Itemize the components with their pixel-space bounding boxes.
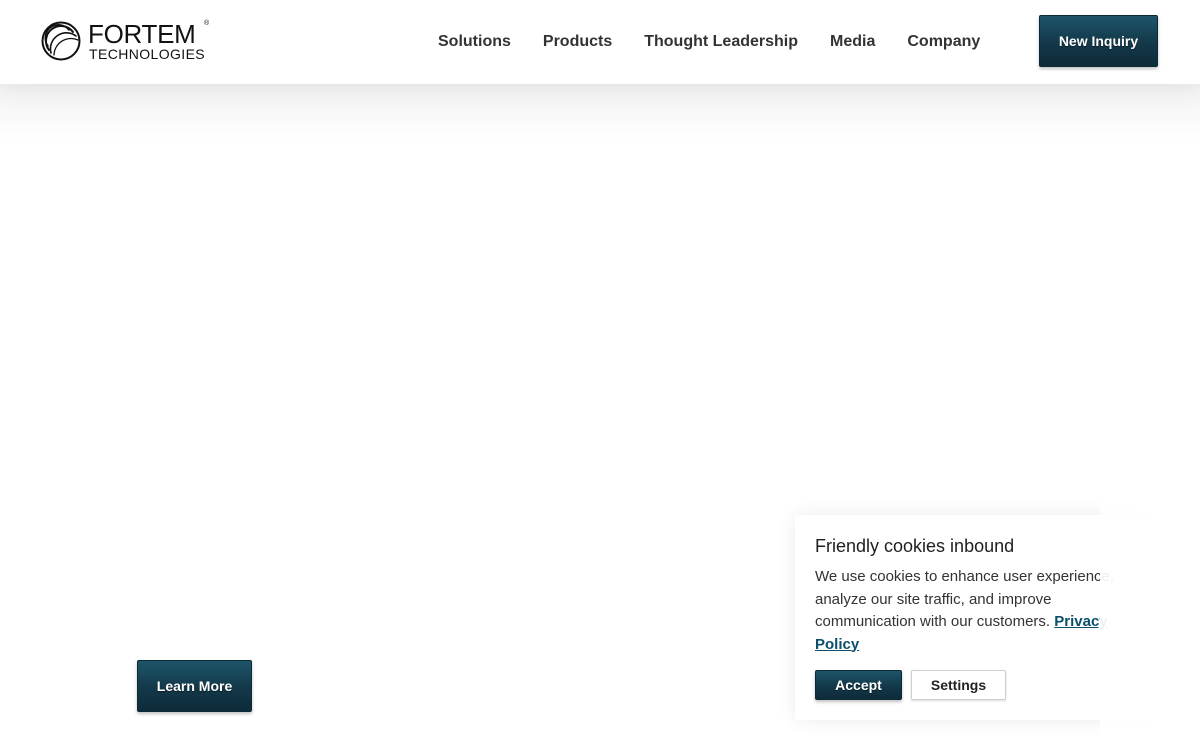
logo-wordmark: FORTEM bbox=[88, 19, 196, 49]
nav-item-products[interactable]: Products bbox=[527, 29, 628, 55]
nav-item-solutions[interactable]: Solutions bbox=[422, 29, 527, 55]
nav-item-company[interactable]: Company bbox=[891, 29, 996, 55]
learn-more-button[interactable]: Learn More bbox=[137, 660, 252, 712]
logo-subtitle: TECHNOLOGIES bbox=[89, 46, 206, 62]
cookie-settings-button[interactable]: Settings bbox=[911, 670, 1006, 700]
site-logo[interactable]: FORTEM ® TECHNOLOGIES bbox=[40, 20, 215, 64]
site-header: FORTEM ® TECHNOLOGIES Solutions Products… bbox=[0, 0, 1200, 84]
logo-registered-mark: ® bbox=[204, 20, 210, 27]
nav-item-media[interactable]: Media bbox=[814, 29, 891, 55]
cookie-banner: Friendly cookies inbound We use cookies … bbox=[795, 515, 1168, 720]
cookie-banner-title: Friendly cookies inbound bbox=[815, 536, 1015, 556]
header-shadow-fade bbox=[0, 84, 1200, 144]
cookie-banner-text: We use cookies to enhance user experienc… bbox=[815, 566, 1115, 656]
nav-item-thought-leadership[interactable]: Thought Leadership bbox=[628, 29, 814, 55]
fortem-swirl-logo-icon bbox=[41, 21, 81, 61]
main-nav: Solutions Products Thought Leadership Me… bbox=[422, 29, 996, 55]
cookie-accept-button[interactable]: Accept bbox=[815, 670, 902, 700]
new-inquiry-button[interactable]: New Inquiry bbox=[1039, 15, 1158, 67]
cookie-banner-actions: Accept Settings bbox=[815, 670, 1006, 700]
